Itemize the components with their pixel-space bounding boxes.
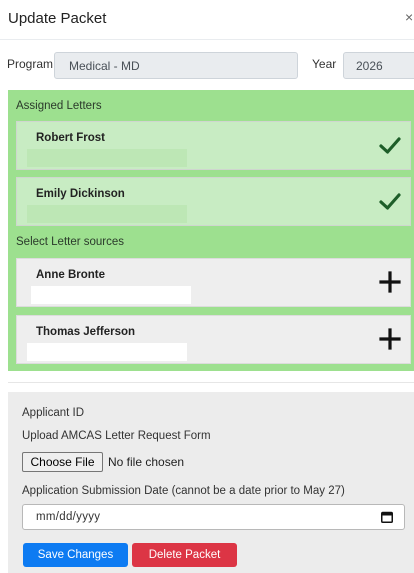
program-label: Program: [7, 57, 54, 71]
check-icon[interactable]: [379, 134, 401, 156]
source-detail-bar: [31, 286, 191, 304]
source-detail-bar: [27, 343, 187, 361]
modal-header: Update Packet ×: [0, 0, 414, 40]
source-name: Anne Bronte: [36, 269, 105, 281]
year-label: Year: [312, 57, 337, 71]
save-changes-button[interactable]: Save Changes: [23, 543, 128, 567]
source-name: Thomas Jefferson: [36, 326, 136, 338]
letter-sources-label: Select Letter sources: [16, 236, 125, 248]
submission-date-input[interactable]: mm/dd/yyyy: [22, 504, 405, 530]
date-placeholder: mm/dd/yyyy: [36, 511, 101, 523]
file-status-text: No file chosen: [108, 455, 185, 469]
plus-icon[interactable]: [379, 328, 401, 350]
assigned-letter-card: Emily Dickinson: [16, 177, 411, 226]
assigned-letters-label: Assigned Letters: [16, 100, 102, 112]
modal-title: Update Packet: [8, 10, 107, 27]
calendar-icon[interactable]: [381, 511, 393, 523]
plus-icon[interactable]: [379, 271, 401, 293]
section-divider: [8, 382, 414, 383]
program-row: Program Medical - MD Year 2026: [0, 48, 414, 84]
letter-detail-bar: [27, 205, 187, 223]
letter-detail-bar: [27, 149, 187, 167]
year-field[interactable]: 2026: [343, 52, 414, 79]
letter-source-card: Thomas Jefferson: [16, 315, 411, 364]
upload-form-label: Upload AMCAS Letter Request Form: [22, 430, 211, 442]
applicant-id-label: Applicant ID: [22, 407, 85, 419]
delete-packet-button[interactable]: Delete Packet: [132, 543, 237, 567]
program-field[interactable]: Medical - MD: [54, 52, 298, 79]
submission-date-label: Application Submission Date (cannot be a…: [22, 485, 345, 497]
letter-name: Emily Dickinson: [36, 188, 125, 200]
assigned-letter-card: Robert Frost: [16, 121, 411, 170]
check-icon[interactable]: [379, 190, 401, 212]
letter-name: Robert Frost: [36, 132, 105, 144]
choose-file-button[interactable]: Choose File: [22, 452, 103, 472]
letter-source-card: Anne Bronte: [16, 258, 411, 307]
close-icon[interactable]: ×: [405, 9, 413, 25]
